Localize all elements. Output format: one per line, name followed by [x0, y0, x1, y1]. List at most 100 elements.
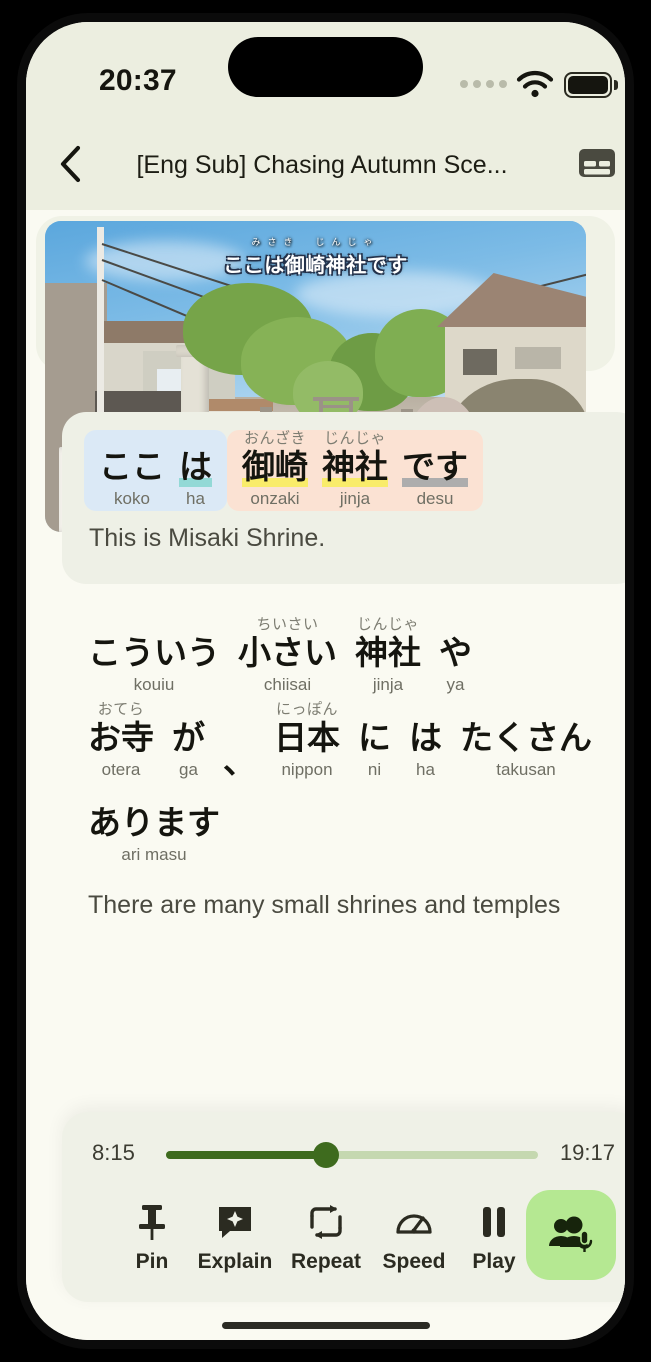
token-furigana: おてら: [97, 701, 145, 718]
subtitle-token[interactable]: ここ koko: [99, 430, 165, 511]
subtitle-token[interactable]: は ha: [409, 701, 442, 782]
token-romaji: koko: [114, 489, 150, 508]
player-panel: 8:15 19:17 Pin Explain Repeat Speed Play: [62, 1112, 625, 1302]
subtitle-token[interactable]: ちいさい 小さい chiisai: [238, 616, 337, 697]
repeat-icon: [307, 1198, 345, 1246]
subtitle-token[interactable]: こういう kouiu: [88, 616, 220, 697]
token-japanese: たくさん: [460, 719, 592, 756]
subtitle-token[interactable]: にっぽん 日本 nippon: [274, 701, 340, 782]
token-romaji: ya: [446, 675, 465, 694]
next-translation: There are many small shrines and temples: [88, 891, 561, 919]
subtitle-token[interactable]: じんじゃ 神社 jinja: [322, 430, 388, 511]
subtitle-token[interactable]: じんじゃ 神社 jinja: [355, 616, 421, 697]
subtitle-token[interactable]: 、: [223, 725, 256, 782]
token-romaji: jinja: [339, 489, 371, 508]
token-japanese: あります: [88, 804, 220, 841]
token-furigana: じんじゃ: [323, 430, 386, 447]
torii-beam: [319, 405, 353, 408]
subtitle-token[interactable]: に ni: [358, 701, 391, 782]
window: [515, 347, 561, 369]
back-button[interactable]: [42, 136, 98, 192]
token-romaji: jinja: [372, 675, 404, 694]
pin-label: Pin: [135, 1250, 169, 1273]
token-japanese: 日本: [274, 719, 340, 756]
nav-bar: [Eng Sub] Chasing Autumn Sce...: [26, 118, 625, 210]
next-token-lines: こういう kouiu ちいさい 小さい chiisai じんじゃ 神社 jinja や ya おてら…: [62, 616, 625, 867]
speedometer-icon: [394, 1198, 434, 1246]
token-romaji: otera: [101, 760, 141, 779]
token-romaji: chiisai: [263, 675, 312, 694]
subtitle-segment[interactable]: おんざき 御崎 onzaki じんじゃ 神社 jinja です desu: [227, 430, 483, 511]
token-furigana: じんじゃ: [356, 616, 419, 633]
token-furigana: おんざき: [243, 430, 306, 447]
token-romaji: onzaki: [250, 489, 300, 508]
battery-full-icon: [564, 72, 612, 98]
home-indicator: [222, 1322, 430, 1329]
seek-thumb[interactable]: [312, 1142, 339, 1168]
phone-screen: 20:37 [Eng Sub] Chasing Autumn Sce... みさ…: [26, 22, 625, 1340]
page-title: [Eng Sub] Chasing Autumn Sce...: [136, 151, 508, 179]
token-japanese: 小さい: [238, 634, 337, 671]
token-japanese: は: [409, 719, 442, 756]
subtitles-icon: [579, 149, 615, 177]
token-japanese: 、: [223, 743, 256, 780]
explain-label: Explain: [197, 1250, 273, 1273]
repeat-label: Repeat: [290, 1250, 362, 1273]
explain-button[interactable]: Explain: [187, 1198, 283, 1290]
subtitle-token[interactable]: あります ari masu: [88, 786, 220, 867]
play-label: Play: [472, 1250, 516, 1273]
token-furigana: ちいさい: [256, 616, 319, 633]
pause-icon: [480, 1198, 508, 1246]
duration: 19:17: [559, 1140, 615, 1165]
subtitle-token[interactable]: です desu: [402, 430, 468, 511]
token-furigana: にっぽん: [275, 701, 338, 718]
subtitle-segment[interactable]: ここ koko は ha: [84, 430, 227, 511]
token-japanese: こういう: [88, 634, 220, 671]
subtitle-line: あります ari masu: [62, 786, 625, 867]
token-romaji: ni: [367, 760, 382, 779]
token-japanese: です: [402, 448, 468, 485]
subtitle-line: こういう kouiu ちいさい 小さい chiisai じんじゃ 神社 jinja や ya: [62, 616, 625, 697]
seek-progress: [166, 1151, 326, 1159]
battery-tip: [614, 80, 618, 90]
subtitle-token[interactable]: や ya: [439, 616, 472, 697]
token-japanese: 神社: [322, 448, 388, 485]
token-japanese: 御崎: [242, 448, 308, 485]
token-romaji: desu: [416, 489, 454, 508]
control-row: Pin Explain Repeat Speed Play: [62, 1190, 625, 1290]
dynamic-island: [228, 37, 423, 97]
active-subtitle-card[interactable]: ここ koko は ha おんざき 御崎 onzaki じんじゃ 神社 jinja です desu T…: [62, 412, 625, 584]
subtitle-token[interactable]: は ha: [179, 430, 212, 511]
speech-bubble-sparkle-icon: [216, 1198, 254, 1246]
next-subtitle-block[interactable]: こういう kouiu ちいさい 小さい chiisai じんじゃ 神社 jinja や ya おてら…: [62, 616, 625, 923]
repeat-button[interactable]: Repeat: [278, 1198, 374, 1290]
subtitle-token[interactable]: おんざき 御崎 onzaki: [242, 430, 308, 511]
subtitle-line: おてら お寺 otera が ga 、 にっぽん 日本 nippon に ni は ha たくさん taku…: [62, 701, 625, 782]
wifi-icon: [516, 71, 554, 98]
people-microphone-icon: [549, 1216, 593, 1252]
speed-label: Speed: [382, 1250, 446, 1273]
token-japanese: や: [439, 634, 472, 671]
token-japanese: は: [179, 448, 212, 485]
video-caption-text: ここは御崎神社です: [223, 255, 408, 277]
seek-slider[interactable]: [166, 1142, 538, 1168]
cellular-dots-icon: [460, 80, 507, 88]
pin-button[interactable]: Pin: [104, 1198, 200, 1290]
subtitle-token[interactable]: が ga: [172, 701, 205, 782]
video-caption-overlay: みさき じんじゃ ここは御崎神社です: [45, 235, 586, 278]
token-romaji: takusan: [496, 760, 556, 779]
subtitle-token[interactable]: おてら お寺 otera: [88, 701, 154, 782]
token-japanese: 神社: [355, 634, 421, 671]
chevron-left-icon: [60, 145, 81, 183]
subtitles-toggle-button[interactable]: [572, 138, 622, 188]
status-clock: 20:37: [99, 64, 177, 97]
token-romaji: kouiu: [133, 675, 175, 694]
token-japanese: に: [358, 719, 391, 756]
subtitle-token[interactable]: たくさん takusan: [460, 701, 592, 782]
seek-row: 8:15 19:17: [62, 1130, 625, 1178]
token-romaji: nippon: [281, 760, 333, 779]
video-caption-ruby: みさき じんじゃ: [251, 237, 380, 247]
active-translation: This is Misaki Shrine.: [89, 524, 326, 552]
token-romaji: ha: [186, 489, 205, 508]
speaking-practice-button[interactable]: [526, 1190, 616, 1280]
